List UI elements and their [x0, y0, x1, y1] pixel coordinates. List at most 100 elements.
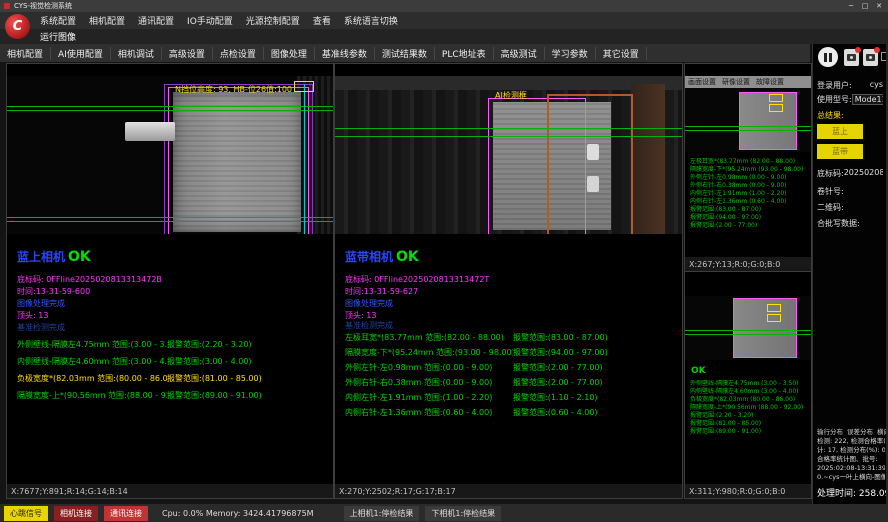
right-sidebar: 登录用户: cys 使用型号: Mode11 总结果: 蓝上 蓝带 底标码: 2… [812, 44, 888, 504]
qr-label: 二维码: [817, 202, 844, 213]
small-top-image[interactable] [685, 88, 811, 152]
menu-item-light-control[interactable]: 光源控制配置 [246, 14, 300, 27]
tool-image-process[interactable]: 图像处理 [264, 47, 315, 60]
overlay-box-yellow [767, 304, 781, 312]
close-button[interactable]: ✕ [872, 2, 886, 10]
menu-item-language[interactable]: 系统语言切换 [344, 14, 398, 27]
menu-item-comm-config[interactable]: 通讯配置 [138, 14, 174, 27]
small-result-line: 隔膜宽度-下*(95.24mm (93.00 - 98.00) [690, 166, 809, 174]
tool-camera-debug[interactable]: 相机调试 [111, 47, 162, 60]
tool-advanced-settings[interactable]: 高级设置 [162, 47, 213, 60]
tool-camera-config[interactable]: 相机配置 [0, 47, 51, 60]
measure-alarm: 报警范围:(2.00 - 77.00) [513, 377, 603, 388]
menu-item-camera-config[interactable]: 相机配置 [89, 14, 125, 27]
roll-row: 卷针号: [817, 186, 883, 197]
tab-run-image[interactable]: 运行图像 [40, 30, 76, 43]
right-camera-label: 蓝带相机OK [345, 248, 419, 265]
measure-row: 隔膜宽度-下*(95.24mm 范围:(93.00 - 98.00)报警范围:(… [345, 345, 680, 360]
small-bottom-image[interactable] [685, 296, 811, 360]
small-result-line: 报警范围:(2.20 - 3.20) [690, 412, 809, 420]
right-camera-image[interactable]: AI检测框 [335, 76, 682, 234]
pause-icon [824, 53, 827, 62]
measure-line [7, 110, 333, 111]
app-icon [4, 3, 10, 9]
menu-item-io-manual[interactable]: IO手动配置 [187, 14, 233, 27]
login-user-value: cys [870, 80, 883, 91]
tool-baseline-params[interactable]: 基准线参数 [315, 47, 375, 60]
tool-spot-check[interactable]: 点检设置 [213, 47, 264, 60]
roi-rect-orange [547, 94, 633, 234]
tool-test-results[interactable]: 测试结果数 [375, 47, 435, 60]
overlay-box-yellow [294, 81, 314, 92]
fixture-column [631, 84, 665, 234]
machine-band [335, 76, 682, 90]
measure-line [335, 136, 682, 137]
small-header-tab-1[interactable]: 画面设置 [688, 77, 716, 87]
measure-row-warning: 负极宽度*(82.03mm 范围:(80.00 - 86.00)报警范围:(81… [17, 370, 331, 387]
measure-row: 左极耳宽*(83.77mm 范围:(82.00 - 88.00)报警范围:(83… [345, 330, 680, 345]
app-window: CYS-视觉检测系统 ─ □ ✕ C 系统配置 相机配置 通讯配置 IO手动配置… [0, 0, 888, 522]
model-value[interactable]: Mode11 [852, 94, 883, 105]
tool-advanced-test[interactable]: 高级测试 [494, 47, 545, 60]
measure-name: 外侧左针-左0.98mm 范围:(0.00 - 9.00) [345, 362, 513, 373]
right-barcode: 底标码: 0FFline2025020813313472T [345, 274, 489, 285]
measure-vline [304, 84, 305, 234]
left-camera-image[interactable]: N挡位高度: 93, HB-位26值:100 [7, 76, 333, 234]
measure-line [7, 106, 333, 107]
measure-row: 内侧右针-左1.36mm 范围:(0.60 - 4.00)报警范围:(0.60 … [345, 405, 680, 420]
measure-name: 内侧右针-左1.36mm 范围:(0.60 - 4.00) [345, 407, 513, 418]
small-bottom-results: 外侧壁线-隔膜左4.75mm (3.00 - 3.50) 内侧壁线-隔膜左4.6… [690, 380, 809, 436]
small-result-line: 隔膜宽度-上*(90.56mm (88.00 - 92.00) [690, 404, 809, 412]
stats-line: 检测: 222, 检测合格率(%): [817, 437, 885, 446]
measure-name: 内侧左针-左1.91mm 范围:(1.00 - 2.20) [345, 392, 513, 403]
total-result-row: 总结果: [817, 110, 883, 121]
overlay-box-yellow [769, 104, 783, 112]
measure-line [335, 128, 682, 129]
stats-tab-1[interactable]: 输行分布 [817, 426, 843, 436]
lower-camera-status: 下相机1:停检结果 [425, 506, 501, 521]
highlight-spot [587, 144, 599, 160]
camera-button-1[interactable] [844, 49, 859, 66]
small-header-tab-3[interactable]: 故障设置 [756, 77, 784, 87]
small-bottom-ok: OK [691, 366, 706, 376]
heartbeat-status: 心跳信号 [4, 506, 48, 521]
tool-plc-address[interactable]: PLC地址表 [435, 47, 494, 60]
upper-camera-status: 上相机1:停检结果 [344, 506, 420, 521]
small-bottom-cursor-readout: X:311;Y:980;R:0;G:0;B:0 [685, 484, 811, 498]
measure-alarm: 报警范围:(89.00 - 91.00) [167, 390, 262, 401]
tool-learning-params[interactable]: 学习参数 [545, 47, 596, 60]
measure-line [685, 330, 811, 331]
stats-tab-2[interactable]: 误差分布 [847, 426, 873, 436]
measure-name: 外侧壁线-隔膜左4.75mm 范围:(3.00 - 3.50) [17, 339, 167, 350]
tool-other-settings[interactable]: 其它设置 [596, 47, 647, 60]
pause-button[interactable] [818, 47, 838, 67]
small-result-line: 内侧左针-左1.91mm (1.00 - 2.20) [690, 190, 809, 198]
barcode-row: 底标码: 20250208 [817, 168, 883, 179]
small-header-tab-2[interactable]: 研像设置 [722, 77, 750, 87]
tab-bar: 运行图像 [0, 29, 888, 44]
minimize-button[interactable]: ─ [844, 2, 858, 10]
measure-name: 外侧右针-右0.38mm 范围:(0.00 - 9.00) [345, 377, 513, 388]
left-result-ok: OK [68, 249, 91, 265]
small-view-header: 画面设置 研像设置 故障设置 [685, 76, 811, 88]
measure-alarm: 报警范围:(81.00 - 85.00) [167, 373, 262, 384]
highlight-spot [587, 176, 599, 192]
camera-link-status: 相机连接 [54, 506, 98, 521]
small-result-line: 报警范围:(81.00 - 85.00) [690, 420, 809, 428]
batch-label: 合批写数据: [817, 218, 860, 229]
menu-bar: 系统配置 相机配置 通讯配置 IO手动配置 光源控制配置 查看 系统语言切换 [0, 12, 888, 29]
status-box-camera-top: 蓝上 [817, 124, 863, 139]
menu-item-view[interactable]: 查看 [313, 14, 331, 27]
tool-ai-config[interactable]: AI使用配置 [51, 47, 111, 60]
menu-item-system-config[interactable]: 系统配置 [40, 14, 76, 27]
left-note: 基准检测完成 [17, 322, 65, 333]
status-box-camera-band: 蓝带 [817, 144, 863, 159]
maximize-button[interactable]: □ [858, 2, 872, 10]
measure-line [7, 221, 333, 222]
barcode-value: 20250208 [844, 168, 883, 179]
right-process-status: 图像处理完成 [345, 298, 393, 309]
left-overlay-text: N挡位高度: 93, HB-位26值:100 [175, 84, 292, 95]
camera-button-2[interactable] [863, 49, 878, 66]
login-user-label: 登录用户: [817, 80, 852, 91]
measure-alarm: 报警范围:(83.00 - 87.00) [513, 332, 608, 343]
